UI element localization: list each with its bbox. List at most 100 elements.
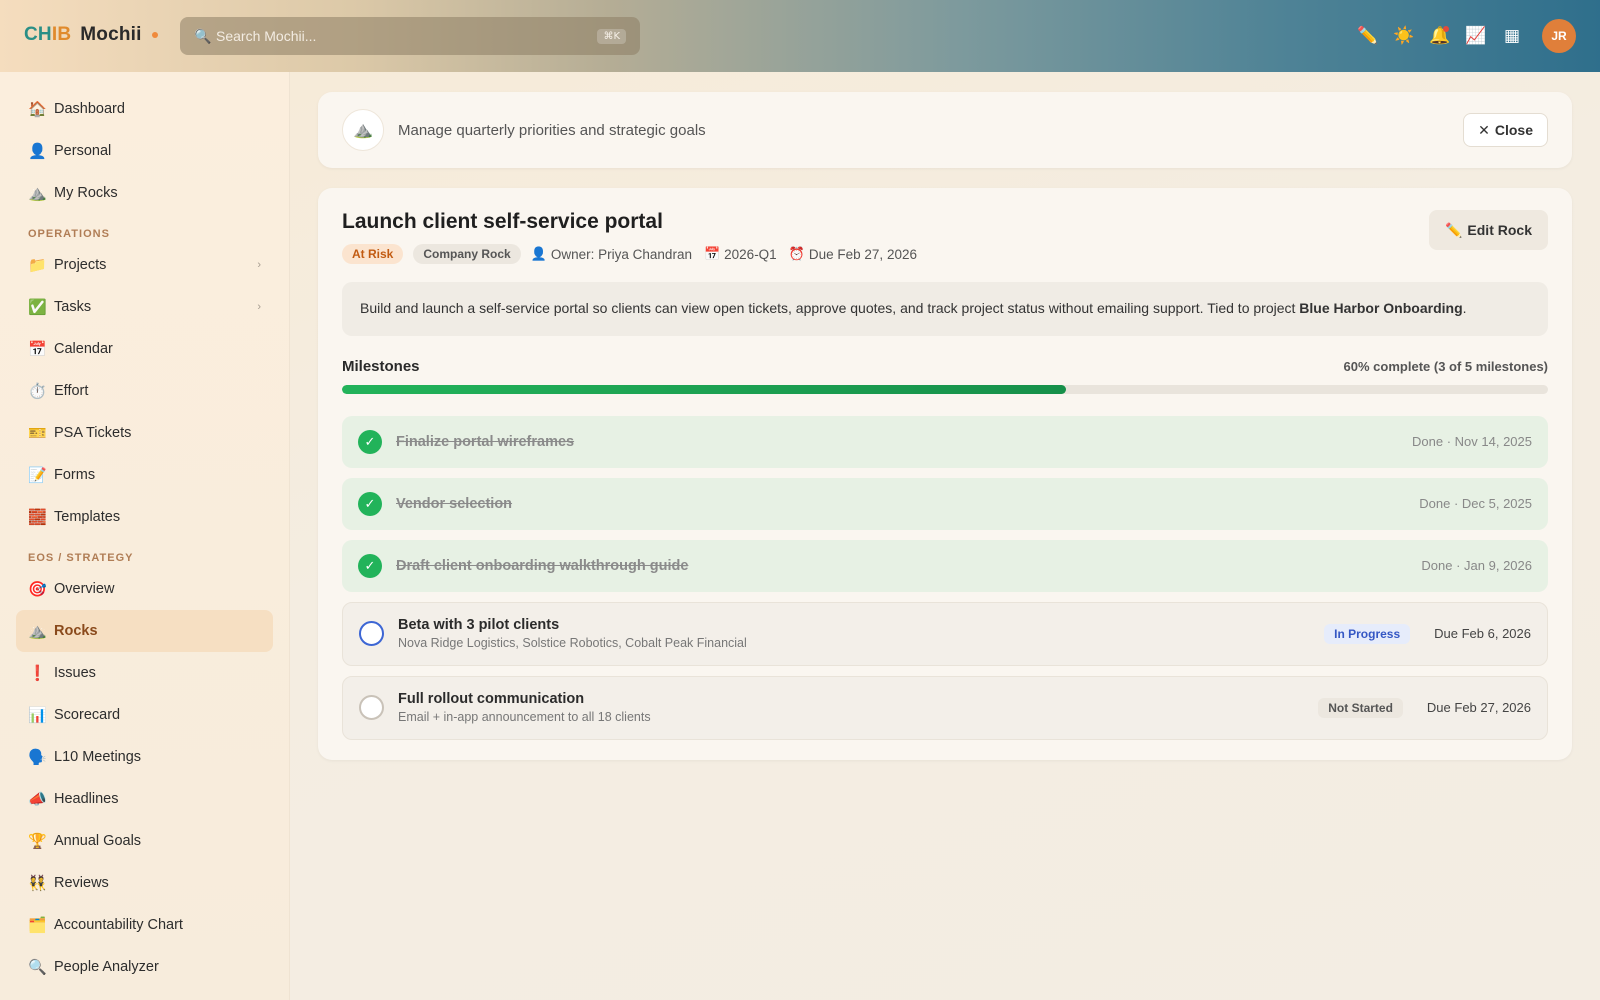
notification-badge <box>1443 26 1449 32</box>
sidebar-section-eos: EOS / STRATEGY <box>28 552 134 564</box>
milestone-list: ✓ Finalize portal wireframes Done · Nov … <box>342 415 1548 740</box>
sidebar-item-templates[interactable]: 🧱 Templates <box>16 496 273 538</box>
mountain-icon: ⛰️ <box>342 109 384 151</box>
sidebar-section-operations: OPERATIONS <box>28 228 110 240</box>
project-link[interactable]: Blue Harbor Onboarding <box>1299 300 1462 316</box>
sidebar-item-scorecard[interactable]: 📊 Scorecard <box>16 694 273 736</box>
status-badge: Not Started <box>1318 697 1403 718</box>
stopwatch-icon: ⏱️ <box>28 383 47 400</box>
sidebar-item-label: Projects <box>54 257 107 273</box>
trophy-icon: 🏆 <box>28 833 47 850</box>
mountain-icon: ⛰️ <box>28 185 47 202</box>
sidebar-item-label: Effort <box>54 383 89 399</box>
sidebar-item-effort[interactable]: ⏱️ Effort <box>16 370 273 412</box>
sidebar-item-issues[interactable]: ❗ Issues <box>16 652 273 694</box>
sidebar-item-label: Templates <box>54 509 121 525</box>
description-end: . <box>1462 300 1467 316</box>
search-input[interactable]: 🔍 Search Mochii... ⌘K <box>180 17 640 55</box>
bell-icon[interactable]: 🔔 <box>1422 18 1458 54</box>
sidebar-item-label: Issues <box>54 665 96 681</box>
sidebar-item-my-rocks[interactable]: ⛰️ My Rocks <box>16 172 273 214</box>
sidebar-item-label: Calendar <box>54 341 113 357</box>
sidebar-item-dashboard[interactable]: 🏠 Dashboard <box>16 88 273 130</box>
chart-icon[interactable]: 📈 <box>1458 18 1494 54</box>
sidebar-item-personal[interactable]: 👤 Personal <box>16 130 273 172</box>
milestone-item[interactable]: ✓ Draft client onboarding walkthrough gu… <box>342 539 1548 592</box>
mountain-icon: ⛰️ <box>28 623 47 640</box>
avatar[interactable]: JR <box>1542 19 1576 53</box>
folder-icon: 📁 <box>28 257 47 274</box>
pencil-icon[interactable]: ✏️ <box>1350 18 1386 54</box>
sidebar-item-forms[interactable]: 📝 Forms <box>16 454 273 496</box>
sidebar-item-people-analyzer[interactable]: 🔍 People Analyzer <box>16 946 273 988</box>
milestone-item[interactable]: Beta with 3 pilot clients Nova Ridge Log… <box>342 601 1548 666</box>
milestones-header: Milestones 60% complete (3 of 5 mileston… <box>342 358 1548 375</box>
milestone-date: Due Feb 6, 2026 <box>1434 626 1531 642</box>
page-subtitle: Manage quarterly priorities and strategi… <box>398 121 706 139</box>
page-header: ⛰️ Manage quarterly priorities and strat… <box>318 92 1572 168</box>
type-badge: Company Rock <box>413 244 521 264</box>
person-icon: 👤 <box>530 246 547 261</box>
brand-part-ib: IB <box>51 24 72 45</box>
chevron-right-icon[interactable]: › <box>257 259 261 271</box>
edit-rock-button[interactable]: ✏️ Edit Rock <box>1428 210 1548 250</box>
empty-circle-icon[interactable] <box>359 695 384 721</box>
brand-logo[interactable]: CH IB Mochii <box>24 24 158 46</box>
owner-text: Owner: Priya Chandran <box>550 246 692 262</box>
bar-chart-icon: 📊 <box>28 707 47 724</box>
milestone-text: Beta with 3 pilot clients Nova Ridge Log… <box>398 617 747 650</box>
rock-description: Build and launch a self-service portal s… <box>342 282 1548 336</box>
memo-icon: 📝 <box>28 467 47 484</box>
milestone-name: Finalize portal wireframes <box>396 433 575 450</box>
checkmark-icon[interactable]: ✓ <box>358 491 382 516</box>
sidebar-item-label: Annual Goals <box>54 833 142 849</box>
magnifier-icon: 🔍 <box>28 959 47 976</box>
checkmark-icon[interactable]: ✓ <box>358 429 382 454</box>
brand-dot <box>151 32 158 38</box>
rock-title: Launch client self-service portal <box>342 210 663 233</box>
sidebar-item-annual-goals[interactable]: 🏆 Annual Goals <box>16 820 273 862</box>
sidebar-item-calendar[interactable]: 📅 Calendar <box>16 328 273 370</box>
sidebar-item-label: Rocks <box>54 623 98 639</box>
home-icon: 🏠 <box>28 101 47 118</box>
sidebar-item-label: People Analyzer <box>54 959 159 975</box>
sidebar-item-psa-tickets[interactable]: 🎫 PSA Tickets <box>16 412 273 454</box>
milestone-item[interactable]: ✓ Vendor selection Done · Dec 5, 2025 <box>342 477 1548 530</box>
brand-name: Mochii <box>80 24 142 45</box>
due-text: Due Feb 27, 2026 <box>808 246 917 262</box>
sun-icon[interactable]: ☀️ <box>1386 18 1422 54</box>
sidebar-item-projects[interactable]: 📁 Projects › <box>16 244 273 286</box>
sidebar-item-accountability-chart[interactable]: 🗂️ Accountability Chart <box>16 904 273 946</box>
milestone-item[interactable]: ✓ Finalize portal wireframes Done · Nov … <box>342 415 1548 468</box>
close-button[interactable]: ✕ Close <box>1463 113 1548 147</box>
speaking-head-icon: 🗣️ <box>28 749 47 766</box>
megaphone-icon: 📣 <box>28 791 47 808</box>
calendar-icon: 📅 <box>28 341 47 358</box>
sidebar-item-headlines[interactable]: 📣 Headlines <box>16 778 273 820</box>
rock-owner: 👤 Owner: Priya Chandran <box>531 246 692 262</box>
sidebar-item-label: PSA Tickets <box>54 425 132 441</box>
sidebar-item-rocks[interactable]: ⛰️ Rocks <box>16 610 273 652</box>
sidebar-item-label: Accountability Chart <box>54 917 183 933</box>
sidebar: 🏠 Dashboard 👤 Personal ⛰️ My Rocks OPERA… <box>0 72 290 1000</box>
sidebar-item-reviews[interactable]: 👯 Reviews <box>16 862 273 904</box>
brand-part-ch: CH <box>24 24 52 45</box>
sidebar-item-overview[interactable]: 🎯 Overview <box>16 568 273 610</box>
people-icon: 👯 <box>28 875 47 892</box>
sidebar-item-label: Scorecard <box>54 707 121 723</box>
chevron-right-icon[interactable]: › <box>257 301 261 313</box>
rock-quarter: 📅 2026-Q1 <box>704 246 777 262</box>
sidebar-item-tasks[interactable]: ✅ Tasks › <box>16 286 273 328</box>
milestone-date: Done · Dec 5, 2025 <box>1419 496 1532 512</box>
sidebar-item-label: Forms <box>54 467 96 483</box>
sidebar-item-label: Headlines <box>54 791 119 807</box>
ticket-icon: 🎫 <box>28 425 47 442</box>
grid-icon[interactable]: ▦ <box>1494 18 1530 54</box>
sidebar-item-label: Dashboard <box>54 101 125 117</box>
in-progress-circle-icon[interactable] <box>359 621 384 647</box>
close-label: Close <box>1494 122 1533 138</box>
checkmark-icon[interactable]: ✓ <box>358 553 382 578</box>
sidebar-item-l10-meetings[interactable]: 🗣️ L10 Meetings <box>16 736 273 778</box>
milestone-item[interactable]: Full rollout communication Email + in-ap… <box>342 675 1548 740</box>
pencil-icon: ✏️ <box>1444 221 1463 238</box>
